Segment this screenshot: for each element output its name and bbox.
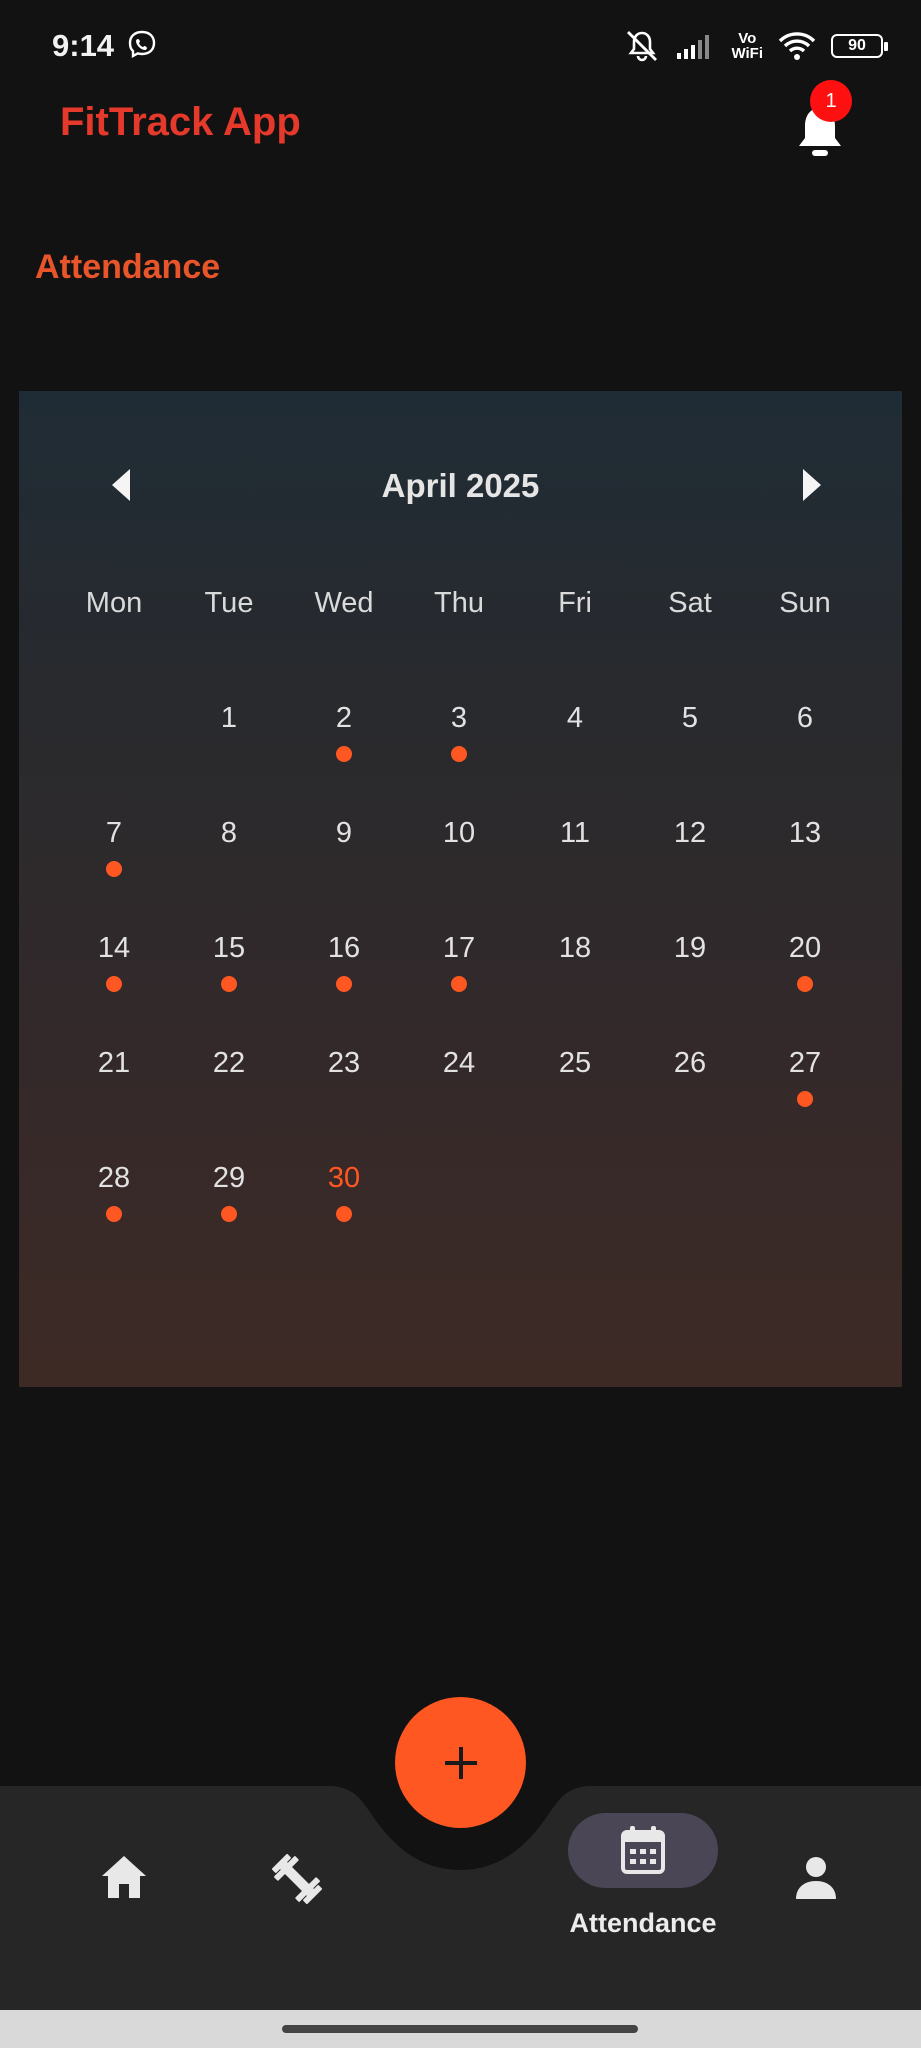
attendance-calendar: April 2025 Mon Tue Wed Thu Fri Sat Sun 1 2 3 4 5 6 7 8… <box>19 391 902 1387</box>
attendance-dot <box>797 976 813 992</box>
calendar-icon <box>621 1826 665 1874</box>
weekday-thu: Thu <box>434 587 484 619</box>
calendar-day[interactable]: 27 <box>765 1047 845 1080</box>
calendar-day[interactable]: 2 <box>304 702 384 735</box>
status-time: 9:14 <box>52 28 115 63</box>
nav-label-attendance: Attendance <box>569 1908 717 1938</box>
attendance-dot <box>106 976 122 992</box>
status-icons: Vo WiFi 90 <box>623 28 888 64</box>
calendar-day[interactable]: 28 <box>74 1162 154 1195</box>
weekday-wed: Wed <box>314 587 374 619</box>
attendance-dot <box>336 746 352 762</box>
weekday-mon: Mon <box>85 587 143 619</box>
battery-icon: 90 <box>831 34 888 58</box>
calendar-day[interactable]: 18 <box>535 932 615 965</box>
attendance-dot <box>221 976 237 992</box>
calendar-day[interactable]: 21 <box>74 1047 154 1080</box>
calendar-day[interactable]: 8 <box>189 817 269 850</box>
attendance-dot <box>451 976 467 992</box>
home-gesture-handle[interactable] <box>282 2025 638 2033</box>
nav-item-profile[interactable] <box>794 1855 838 1901</box>
calendar-day[interactable]: 19 <box>650 932 730 965</box>
weekday-tue: Tue <box>204 587 254 619</box>
attendance-dot <box>221 1206 237 1222</box>
dumbbell-icon <box>271 1853 323 1905</box>
calendar-day[interactable]: 25 <box>535 1047 615 1080</box>
calendar-day[interactable]: 11 <box>535 817 615 850</box>
weekday-fri: Fri <box>558 587 592 619</box>
add-attendance-button[interactable] <box>395 1697 526 1828</box>
weekday-sat: Sat <box>668 587 712 619</box>
calendar-day[interactable]: 12 <box>650 817 730 850</box>
viber-icon <box>128 30 156 59</box>
status-bar: 9:14 Vo WiFi 90 <box>0 0 921 90</box>
calendar-day[interactable]: 9 <box>304 817 384 850</box>
person-icon <box>796 1857 836 1899</box>
calendar-day[interactable]: 20 <box>765 932 845 965</box>
app-title: FitTrack App <box>60 100 301 144</box>
calendar-day[interactable]: 4 <box>535 702 615 735</box>
mute-icon <box>627 31 658 62</box>
calendar-day[interactable]: 10 <box>419 817 499 850</box>
attendance-dot <box>336 976 352 992</box>
home-icon <box>102 1856 146 1898</box>
attendance-dot <box>797 1091 813 1107</box>
calendar-day[interactable]: 6 <box>765 702 845 735</box>
calendar-grid: Mon Tue Wed Thu Fri Sat Sun 1 2 3 4 5 6 7 8 9 10 11 12 13 14… <box>19 391 902 1387</box>
calendar-day[interactable]: 22 <box>189 1047 269 1080</box>
plus-icon <box>444 1746 477 1779</box>
calendar-day[interactable]: 29 <box>189 1162 269 1195</box>
calendar-day[interactable]: 30 <box>304 1162 384 1195</box>
calendar-day[interactable]: 26 <box>650 1047 730 1080</box>
notification-badge: 1 <box>810 80 852 122</box>
calendar-day[interactable]: 15 <box>189 932 269 965</box>
nav-item-home[interactable] <box>98 1852 150 1902</box>
calendar-day[interactable]: 23 <box>304 1047 384 1080</box>
signal-icon <box>677 35 710 59</box>
vowifi-label: Vo WiFi <box>731 30 763 62</box>
calendar-day[interactable]: 1 <box>189 702 269 735</box>
calendar-day[interactable]: 24 <box>419 1047 499 1080</box>
section-title: Attendance <box>35 248 221 286</box>
calendar-day[interactable]: 7 <box>74 817 154 850</box>
attendance-dot <box>106 861 122 877</box>
calendar-day[interactable]: 3 <box>419 702 499 735</box>
attendance-dot <box>451 746 467 762</box>
calendar-day[interactable]: 14 <box>74 932 154 965</box>
attendance-dot <box>336 1206 352 1222</box>
calendar-day[interactable]: 17 <box>419 932 499 965</box>
calendar-day[interactable]: 16 <box>304 932 384 965</box>
calendar-day[interactable]: 5 <box>650 702 730 735</box>
nav-item-attendance[interactable] <box>568 1813 718 1888</box>
wifi-icon <box>778 32 816 60</box>
calendar-day[interactable]: 13 <box>765 817 845 850</box>
weekday-sun: Sun <box>779 587 831 619</box>
attendance-dot <box>106 1206 122 1222</box>
nav-item-workouts[interactable] <box>270 1852 324 1906</box>
